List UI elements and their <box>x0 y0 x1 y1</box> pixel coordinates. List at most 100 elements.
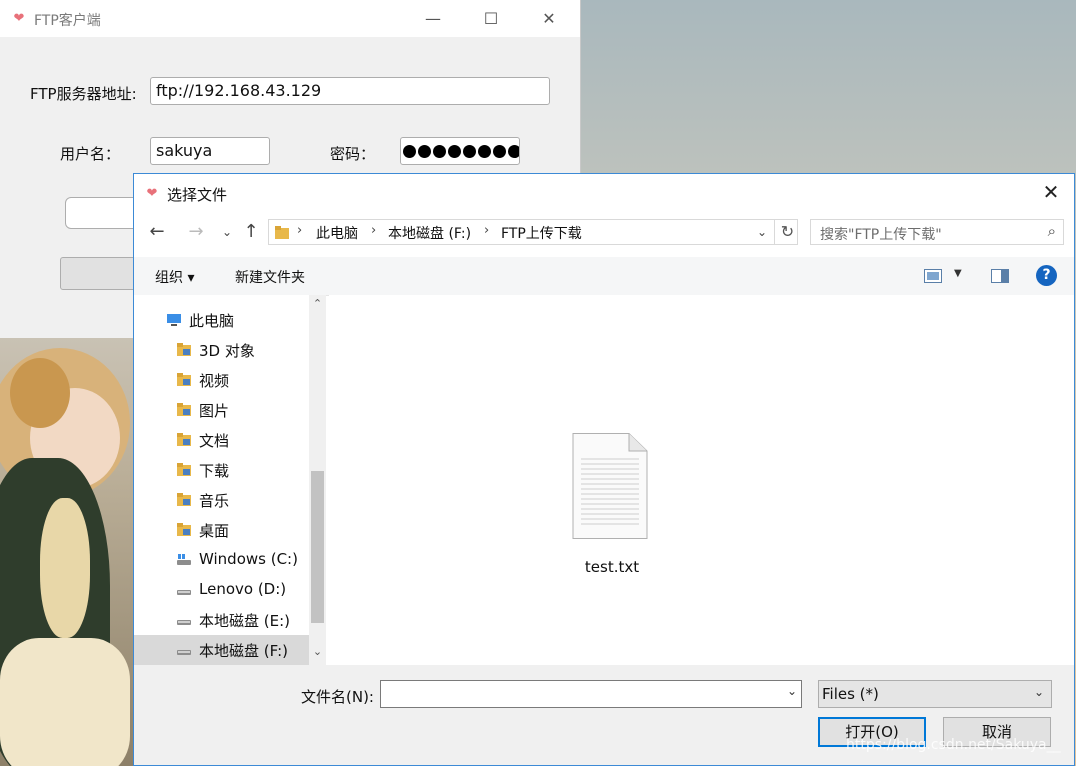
nav-item[interactable]: 视频 <box>134 365 309 395</box>
server-address-input[interactable]: ftp://192.168.43.129 <box>150 77 550 105</box>
password-dot <box>433 145 446 158</box>
minimize-button[interactable]: — <box>410 0 456 37</box>
file-name: test.txt <box>584 558 640 576</box>
password-dot <box>418 145 431 158</box>
videos-folder-icon <box>177 373 191 386</box>
system-drive-icon <box>177 554 191 565</box>
username-label: 用户名： <box>60 145 121 163</box>
music-folder-icon <box>177 493 191 506</box>
address-bar[interactable]: › 此电脑 › 本地磁盘 (F:) › FTP上传下载 ⌄ <box>268 219 798 245</box>
wallpaper-character-art <box>0 338 135 766</box>
downloads-folder-icon <box>177 463 191 476</box>
drive-icon <box>177 590 191 595</box>
nav-item[interactable]: Windows (C:) <box>134 545 309 575</box>
computer-icon <box>167 314 181 326</box>
file-chooser-dialog: ❤ 选择文件 ✕ ← → ⌄ ↑ › 此电脑 › 本地磁盘 (F:) › FTP… <box>133 173 1075 766</box>
ftp-titlebar: ❤ FTP客户端 — ☐ ✕ <box>0 0 580 37</box>
nav-item[interactable]: 本地磁盘 (E:) <box>134 605 309 635</box>
dialog-title: 选择文件 <box>167 186 228 204</box>
drive-icon <box>177 650 191 655</box>
nav-item[interactable]: 下载 <box>134 455 309 485</box>
nav-item-label: 视频 <box>199 372 230 390</box>
address-dropdown-chevron-icon[interactable]: ⌄ <box>757 225 767 239</box>
filename-input[interactable] <box>380 680 802 708</box>
file-type-chevron-icon: ⌄ <box>1033 685 1044 699</box>
nav-item[interactable]: 音乐 <box>134 485 309 515</box>
nav-item-label: 图片 <box>199 402 230 420</box>
nav-item-label: 桌面 <box>199 522 230 540</box>
3d-objects-folder-icon <box>177 343 191 356</box>
password-input[interactable] <box>400 137 520 165</box>
password-dot <box>478 145 491 158</box>
scroll-up-icon[interactable]: ⌃ <box>309 297 326 310</box>
nav-item-label: 下载 <box>199 462 230 480</box>
password-dot <box>463 145 476 158</box>
nav-item-label: 3D 对象 <box>199 342 255 360</box>
documents-folder-icon <box>177 433 191 446</box>
app-heart-icon: ❤ <box>13 11 25 26</box>
nav-item[interactable]: 3D 对象 <box>134 335 309 365</box>
search-placeholder: 搜索"FTP上传下载" <box>820 227 942 243</box>
search-icon[interactable]: ⌕ <box>1048 222 1056 240</box>
nav-item[interactable]: Lenovo (D:) <box>134 575 309 605</box>
scrollbar-thumb[interactable] <box>311 471 324 623</box>
organize-menu-button[interactable]: 组织 ▾ <box>155 267 194 287</box>
view-dropdown-icon[interactable]: ▼ <box>954 268 962 279</box>
dialog-close-button[interactable]: ✕ <box>1028 174 1074 211</box>
new-folder-button[interactable]: 新建文件夹 <box>235 267 305 287</box>
search-input[interactable]: 搜索"FTP上传下载" ⌕ <box>810 219 1064 245</box>
scroll-down-icon[interactable]: ⌄ <box>309 645 326 658</box>
back-arrow-icon[interactable]: ← <box>146 221 168 243</box>
nav-item[interactable]: 本地磁盘 (F:) <box>134 635 309 665</box>
filename-dropdown-chevron-icon[interactable]: ⌄ <box>787 684 797 698</box>
breadcrumb-ftp-folder[interactable]: FTP上传下载 <box>501 223 582 243</box>
nav-item-label: 本地磁盘 (F:) <box>199 642 288 660</box>
nav-item[interactable]: 文档 <box>134 425 309 455</box>
navigation-scrollbar[interactable]: ⌃ ⌄ <box>309 295 326 665</box>
nav-item[interactable]: 此电脑 <box>134 305 309 335</box>
preview-pane-icon[interactable] <box>991 269 1009 283</box>
file-item[interactable]: test.txt <box>569 433 655 576</box>
maximize-button[interactable]: ☐ <box>468 0 514 37</box>
text-file-icon <box>572 433 648 539</box>
breadcrumb-separator-icon: › <box>297 223 303 238</box>
breadcrumb-separator-icon: › <box>484 223 490 238</box>
password-dot <box>493 145 506 158</box>
nav-item-label: Windows (C:) <box>199 550 298 568</box>
server-address-label: FTP服务器地址: <box>30 85 137 103</box>
file-type-select[interactable]: Files (*) ⌄ <box>818 680 1052 708</box>
nav-item-label: Lenovo (D:) <box>199 580 287 598</box>
forward-arrow-icon[interactable]: → <box>185 221 207 243</box>
nav-item-label: 此电脑 <box>189 312 235 330</box>
help-icon[interactable]: ? <box>1036 265 1057 286</box>
up-arrow-icon[interactable]: ↑ <box>240 221 262 243</box>
pictures-folder-icon <box>177 403 191 416</box>
refresh-icon[interactable]: ↻ <box>774 219 800 245</box>
nav-item-label: 本地磁盘 (E:) <box>199 612 291 630</box>
password-dot <box>403 145 416 158</box>
nav-item-label: 音乐 <box>199 492 230 510</box>
username-input[interactable]: sakuya <box>150 137 270 165</box>
drive-icon <box>177 620 191 625</box>
nav-item[interactable]: 桌面 <box>134 515 309 545</box>
dialog-heart-icon: ❤ <box>146 186 158 201</box>
breadcrumb-drive-f[interactable]: 本地磁盘 (F:) <box>388 223 471 243</box>
recent-locations-chevron-icon[interactable]: ⌄ <box>216 221 238 243</box>
password-label: 密码： <box>330 145 376 163</box>
breadcrumb-this-pc[interactable]: 此电脑 <box>316 223 358 243</box>
password-dot <box>508 145 519 158</box>
dialog-toolbar: 组织 ▾ 新建文件夹 ▼ ? <box>134 257 1074 296</box>
desktop-folder-icon <box>177 523 191 536</box>
password-dot <box>448 145 461 158</box>
view-options-icon[interactable] <box>924 269 942 283</box>
nav-item-label: 文档 <box>199 432 230 450</box>
ftp-close-button[interactable]: ✕ <box>526 0 572 37</box>
filename-label: 文件名(N): <box>301 688 374 706</box>
file-type-value: Files (*) <box>822 685 879 703</box>
ftp-window-title: FTP客户端 <box>34 13 101 29</box>
breadcrumb-separator-icon: › <box>371 223 377 238</box>
watermark-text: https://blog.csdn.net/Sakuya__ <box>846 737 1061 753</box>
nav-item[interactable]: 图片 <box>134 395 309 425</box>
file-list-area: test.txt <box>329 295 1074 665</box>
navigation-pane: 此电脑 3D 对象视频图片文档下载音乐桌面 Windows (C:) Lenovo (… <box>134 295 309 665</box>
